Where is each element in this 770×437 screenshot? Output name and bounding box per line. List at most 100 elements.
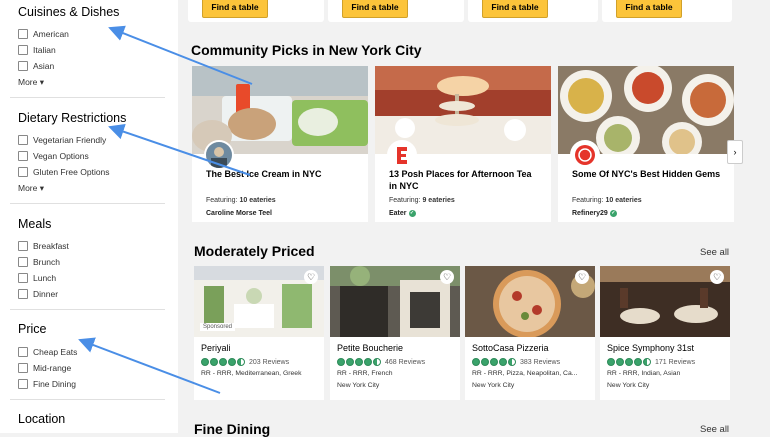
restaurant-city: New York City xyxy=(607,382,650,389)
community-pick-card[interactable]: The Best Ice Cream in NYC Featuring: 10 … xyxy=(192,66,368,222)
filter-option-italian[interactable]: Italian xyxy=(18,45,56,55)
pick-card-source: Eater ✓ xyxy=(389,210,416,217)
restaurant-name[interactable]: Periyali xyxy=(201,343,231,353)
pick-card-title: Some Of NYC's Best Hidden Gems xyxy=(572,169,721,179)
meals-filter-title: Meals xyxy=(18,217,52,231)
checkbox[interactable] xyxy=(18,363,28,373)
divider xyxy=(10,399,165,400)
checkbox[interactable] xyxy=(18,379,28,389)
restaurant-card[interactable]: ♡ SottoCasa Pizzeria 383 Reviews RR - RR… xyxy=(465,266,595,400)
heart-icon[interactable]: ♡ xyxy=(710,270,724,284)
restaurant-meta: RR - RRR, Indian, Asian xyxy=(607,370,681,377)
review-count: 203 Reviews xyxy=(249,358,290,366)
restaurant-meta: RR - RRR, Mediterranean, Greek xyxy=(201,370,302,377)
filter-option-cheap-eats[interactable]: Cheap Eats xyxy=(18,347,77,357)
filter-option-asian[interactable]: Asian xyxy=(18,61,54,71)
checkbox[interactable] xyxy=(18,241,28,251)
review-count: 468 Reviews xyxy=(385,358,426,366)
pick-card-featuring: Featuring: 9 eateries xyxy=(389,197,455,204)
divider xyxy=(10,97,165,98)
review-count: 383 Reviews xyxy=(520,358,561,366)
filter-option-vegetarian[interactable]: Vegetarian Friendly xyxy=(18,135,106,145)
filter-option-vegan[interactable]: Vegan Options xyxy=(18,151,89,161)
review-count: 171 Reviews xyxy=(655,358,696,366)
divider xyxy=(10,203,165,204)
rating-bubbles: 171 Reviews xyxy=(607,358,695,366)
pick-card-title: The Best Ice Cream in NYC xyxy=(206,169,322,179)
checkbox[interactable] xyxy=(18,273,28,283)
pick-card-source: Caroline Morse Teel xyxy=(206,210,273,217)
dietary-more-link[interactable]: More ▾ xyxy=(18,183,44,194)
restaurant-card[interactable]: Sponsored ♡ Periyali 203 Reviews RR - RR… xyxy=(194,266,324,400)
find-table-button[interactable]: Find a table xyxy=(482,0,548,18)
location-filter-title: Location xyxy=(18,412,66,426)
pick-card-title: 13 Posh Places for Afternoon Tea in NYC xyxy=(389,169,532,191)
restaurant-card-top: Find a table xyxy=(188,0,324,22)
pick-card-featuring: Featuring: 10 eateries xyxy=(206,197,276,204)
pick-card-source: Refinery29 ✓ xyxy=(572,210,617,217)
community-pick-card[interactable]: 13 Posh Places for Afternoon Tea in NYC … xyxy=(375,66,551,222)
find-table-button[interactable]: Find a table xyxy=(202,0,268,18)
restaurant-city: New York City xyxy=(337,382,380,389)
heart-icon[interactable]: ♡ xyxy=(575,270,589,284)
fine-dining-see-all-link[interactable]: See all xyxy=(700,424,729,435)
pick-card-featuring: Featuring: 10 eateries xyxy=(572,197,642,204)
restaurant-name[interactable]: SottoCasa Pizzeria xyxy=(472,343,549,353)
sponsored-badge: Sponsored xyxy=(200,323,236,331)
restaurant-card-top: Find a table xyxy=(328,0,464,22)
filter-option-brunch[interactable]: Brunch xyxy=(18,257,60,267)
community-picks-title: Community Picks in New York City xyxy=(191,42,422,58)
rating-bubbles: 383 Reviews xyxy=(472,358,560,366)
caret-down-icon: ▾ xyxy=(39,183,45,193)
checkbox[interactable] xyxy=(18,257,28,267)
eater-logo-icon xyxy=(387,140,417,170)
moderate-see-all-link[interactable]: See all xyxy=(700,247,729,258)
verified-check-icon: ✓ xyxy=(609,210,617,217)
filter-option-american[interactable]: American xyxy=(18,29,69,39)
filter-option-breakfast[interactable]: Breakfast xyxy=(18,241,69,251)
main-content: Find a table Find a table Find a table F… xyxy=(178,0,770,437)
community-pick-card[interactable]: Some Of NYC's Best Hidden Gems Featuring… xyxy=(558,66,734,222)
filter-option-mid-range[interactable]: Mid-range xyxy=(18,363,71,373)
restaurant-city: New York City xyxy=(472,382,515,389)
restaurant-name[interactable]: Spice Symphony 31st xyxy=(607,343,694,353)
restaurant-card[interactable]: ♡ Petite Boucherie 468 Reviews RR - RRR,… xyxy=(330,266,460,400)
chevron-right-icon: › xyxy=(733,147,737,157)
find-table-button[interactable]: Find a table xyxy=(616,0,682,18)
rating-bubbles: 468 Reviews xyxy=(337,358,425,366)
restaurant-card[interactable]: ♡ Spice Symphony 31st 171 Reviews RR - R… xyxy=(600,266,730,400)
checkbox[interactable] xyxy=(18,151,28,161)
checkbox[interactable] xyxy=(18,45,28,55)
filter-option-gluten-free[interactable]: Gluten Free Options xyxy=(18,167,110,177)
restaurant-meta: RR - RRR, French xyxy=(337,370,393,377)
checkbox[interactable] xyxy=(18,61,28,71)
verified-check-icon: ✓ xyxy=(408,210,416,217)
filter-option-fine-dining[interactable]: Fine Dining xyxy=(18,379,76,389)
checkbox[interactable] xyxy=(18,29,28,39)
divider xyxy=(10,309,165,310)
checkbox[interactable] xyxy=(18,347,28,357)
cuisines-filter-title: Cuisines & Dishes xyxy=(18,5,120,19)
fine-dining-title: Fine Dining xyxy=(194,421,271,437)
checkbox[interactable] xyxy=(18,135,28,145)
author-avatar xyxy=(204,140,234,170)
caret-down-icon: ▾ xyxy=(39,77,45,87)
price-filter-title: Price xyxy=(18,322,47,336)
filter-option-dinner[interactable]: Dinner xyxy=(18,289,58,299)
restaurant-name[interactable]: Petite Boucherie xyxy=(337,343,403,353)
find-table-button[interactable]: Find a table xyxy=(342,0,408,18)
heart-icon[interactable]: ♡ xyxy=(304,270,318,284)
carousel-next-button[interactable]: › xyxy=(727,140,743,164)
restaurant-card-top: Find a table xyxy=(602,0,732,22)
dietary-filter-title: Dietary Restrictions xyxy=(18,111,127,125)
cuisines-more-link[interactable]: More ▾ xyxy=(18,77,44,88)
filters-sidebar: Cuisines & Dishes American Italian Asian… xyxy=(0,0,178,433)
rating-bubbles: 203 Reviews xyxy=(201,358,289,366)
checkbox[interactable] xyxy=(18,289,28,299)
heart-icon[interactable]: ♡ xyxy=(440,270,454,284)
moderately-priced-title: Moderately Priced xyxy=(194,243,315,259)
restaurant-meta: RR - RRR, Pizza, Neapolitan, Ca... xyxy=(472,370,578,377)
checkbox[interactable] xyxy=(18,167,28,177)
filter-option-lunch[interactable]: Lunch xyxy=(18,273,56,283)
restaurant-card-top: Find a table xyxy=(468,0,598,22)
